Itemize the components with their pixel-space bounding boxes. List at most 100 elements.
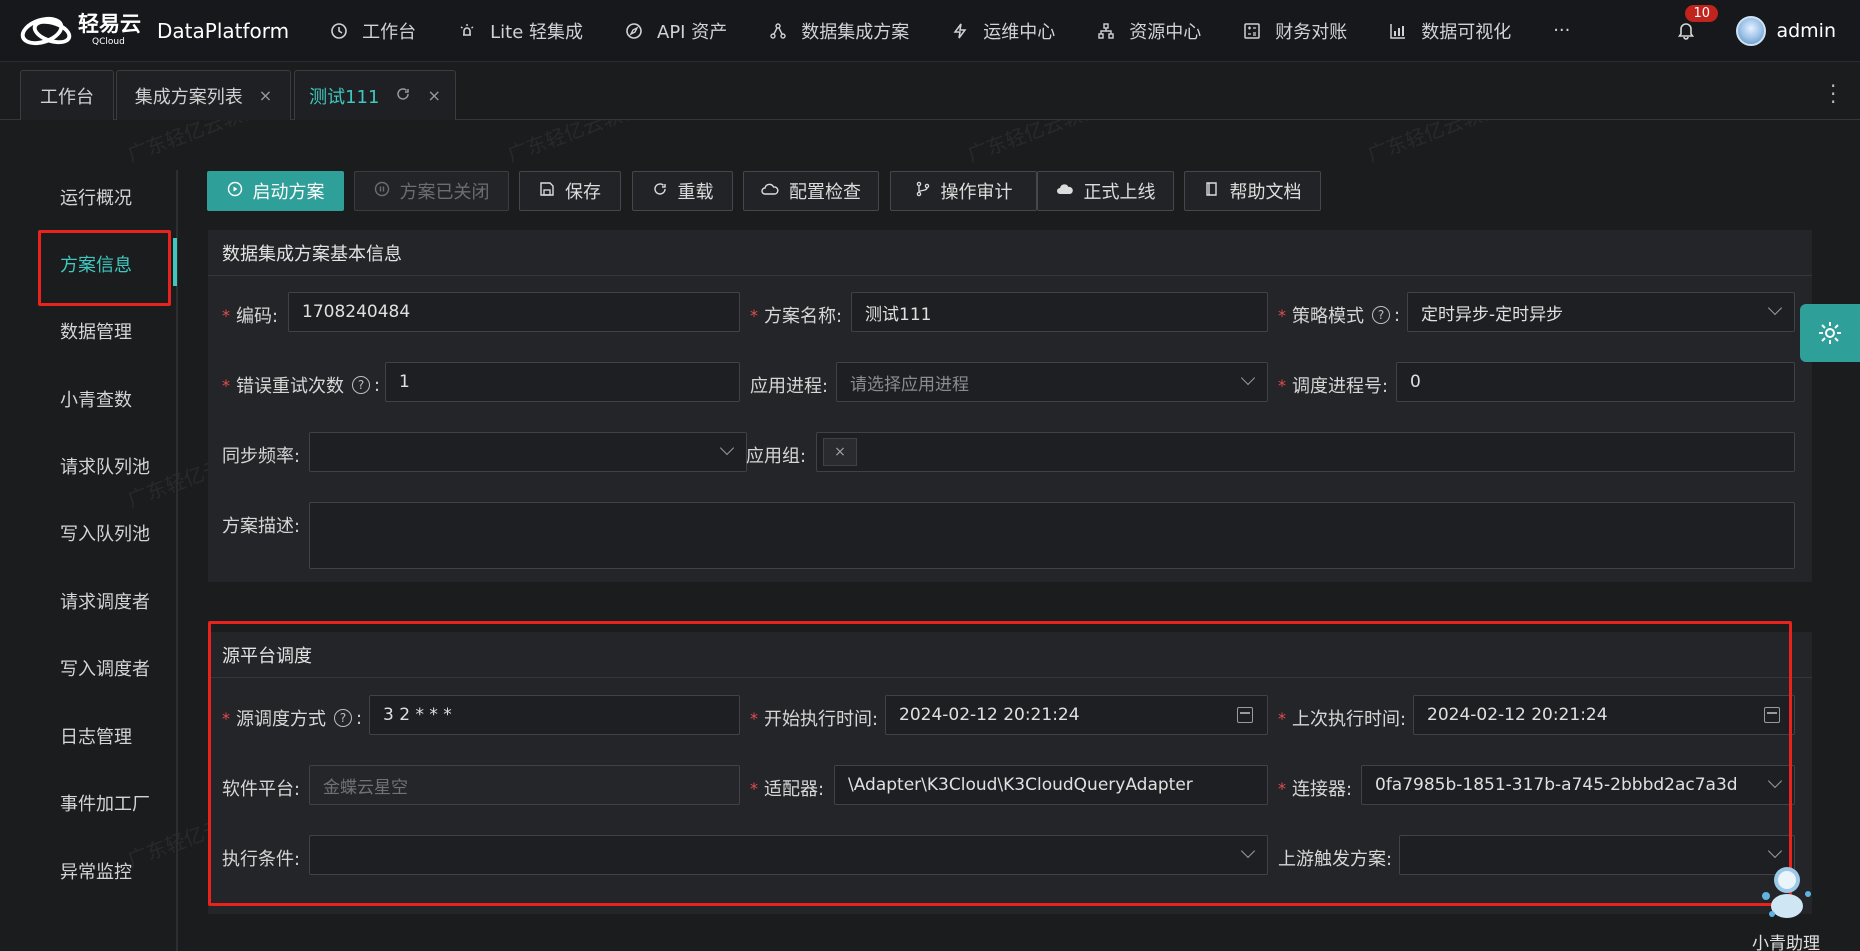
logo-icon <box>17 11 76 51</box>
start-plan-button[interactable]: 启动方案 <box>207 171 344 211</box>
button-label: 重载 <box>677 182 714 203</box>
nav-label: 数据可视化 <box>1421 21 1512 43</box>
desc-label: 方案描述: <box>222 516 301 537</box>
retry-label: * 错误重试次数?: <box>222 374 381 398</box>
play-icon <box>227 181 243 201</box>
logo-text: 轻易云 <box>78 12 141 36</box>
process-label: 应用进程: <box>750 376 829 397</box>
tab-label: 测试111 <box>309 86 380 108</box>
nav-label: API 资产 <box>657 21 728 43</box>
app-group-select[interactable]: × <box>816 432 1795 472</box>
pause-icon <box>374 181 390 201</box>
sidebar-item-exception[interactable]: 异常监控 <box>60 858 132 884</box>
help-icon: ? <box>352 376 370 394</box>
nav-workbench[interactable]: 工作台 <box>309 0 437 62</box>
lightning-icon <box>951 22 969 40</box>
tab-label: 工作台 <box>40 86 94 108</box>
sidebar-item-request-queue[interactable]: 请求队列池 <box>60 453 150 479</box>
config-check-button[interactable]: 配置检查 <box>743 171 879 211</box>
desc-textarea[interactable] <box>309 502 1795 569</box>
close-icon[interactable]: × <box>427 86 440 105</box>
strategy-select[interactable]: 定时异步-定时异步 <box>1407 292 1795 332</box>
cloud-upload-icon <box>1056 181 1074 201</box>
nav-label: 资源中心 <box>1129 21 1202 43</box>
sync-freq-label: 同步频率: <box>222 446 301 467</box>
sidebar-item-request-scheduler[interactable]: 请求调度者 <box>60 588 150 614</box>
card-title: 数据集成方案基本信息 <box>208 230 1812 276</box>
nav-api-assets[interactable]: API 资产 <box>604 0 748 62</box>
nav-label: 运维中心 <box>983 21 1056 43</box>
process-select[interactable]: 请选择应用进程 <box>836 362 1268 402</box>
more-label: ··· <box>1553 20 1571 41</box>
assistant-label[interactable]: 小青助理 <box>1752 929 1820 951</box>
code-input[interactable]: 1708240484 <box>288 292 740 332</box>
refresh-icon[interactable] <box>395 86 411 106</box>
clock-icon <box>330 22 348 40</box>
tag-close-icon[interactable]: × <box>823 438 857 466</box>
book-icon <box>1204 181 1220 201</box>
nav-visualization[interactable]: 数据可视化 <box>1368 0 1532 62</box>
branch-icon <box>915 181 931 201</box>
nav-integration-plans[interactable]: 数据集成方案 <box>748 0 930 62</box>
assistant-avatar[interactable] <box>1752 856 1822 926</box>
nav-label: Lite 轻集成 <box>490 21 583 43</box>
publish-button[interactable]: 正式上线 <box>1037 171 1174 211</box>
side-active-indicator <box>173 238 177 286</box>
nav-resource-center[interactable]: 资源中心 <box>1076 0 1222 62</box>
app-group-label: 应用组: <box>746 446 807 467</box>
sidebar-item-event-factory[interactable]: 事件加工厂 <box>60 790 150 816</box>
reload-button[interactable]: 重载 <box>632 171 733 211</box>
save-button[interactable]: 保存 <box>519 171 621 211</box>
nav-ops-center[interactable]: 运维中心 <box>930 0 1076 62</box>
audit-button[interactable]: 操作审计 <box>890 171 1037 211</box>
tab-workbench[interactable]: 工作台 <box>20 70 114 120</box>
help-icon: ? <box>1372 306 1390 324</box>
logo[interactable]: 轻易云 QCloud <box>17 11 141 51</box>
bulb-icon <box>458 22 476 40</box>
sidebar-item-write-scheduler[interactable]: 写入调度者 <box>60 655 150 681</box>
help-doc-button[interactable]: 帮助文档 <box>1184 171 1321 211</box>
sidebar-item-overview[interactable]: 运行概况 <box>60 184 132 210</box>
button-label: 方案已关闭 <box>399 182 490 203</box>
nav-finance[interactable]: 财务对账 <box>1222 0 1368 62</box>
more-vertical-icon[interactable]: · · · <box>1830 76 1836 112</box>
sidebar-item-data-mgmt[interactable]: 数据管理 <box>60 318 132 344</box>
reload-icon <box>652 181 668 201</box>
tab-test111[interactable]: 测试111 × <box>294 70 456 120</box>
button-label: 保存 <box>565 182 601 203</box>
sync-freq-select[interactable] <box>309 432 747 472</box>
settings-button[interactable] <box>1800 304 1860 362</box>
notification-button[interactable]: 10 <box>1676 5 1718 42</box>
tab-strip: 工作台 集成方案列表 × 测试111 × · · · <box>0 62 1860 120</box>
notification-badge: 10 <box>1685 5 1718 22</box>
close-icon[interactable]: × <box>259 86 272 105</box>
save-icon <box>539 181 555 201</box>
side-divider <box>176 170 178 951</box>
sitemap-icon <box>1097 22 1115 40</box>
avatar[interactable] <box>1736 16 1767 46</box>
tab-plan-list[interactable]: 集成方案列表 × <box>116 70 291 120</box>
sidebar-item-query[interactable]: 小青查数 <box>60 386 132 412</box>
sched-process-input[interactable]: 0 <box>1396 362 1795 402</box>
button-label: 启动方案 <box>252 182 325 203</box>
username[interactable]: admin <box>1776 20 1836 42</box>
button-label: 正式上线 <box>1083 182 1156 203</box>
plan-closed-button[interactable]: 方案已关闭 <box>354 171 509 211</box>
retry-input[interactable]: 1 <box>385 362 740 402</box>
sidebar-item-log[interactable]: 日志管理 <box>60 723 132 749</box>
tab-label: 集成方案列表 <box>134 86 243 108</box>
nav-lite[interactable]: Lite 轻集成 <box>437 0 604 62</box>
nav-more[interactable]: ··· <box>1532 0 1591 62</box>
gear-icon <box>1819 322 1841 344</box>
chevron-down-icon <box>1767 300 1783 316</box>
chevron-down-icon <box>719 440 735 456</box>
bell-icon <box>1678 23 1695 40</box>
sidebar-item-write-queue[interactable]: 写入队列池 <box>60 520 150 546</box>
plan-name-input[interactable]: 测试111 <box>851 292 1268 332</box>
highlight-box <box>208 621 1792 906</box>
button-label: 帮助文档 <box>1229 182 1302 203</box>
plan-name-label: * 方案名称: <box>750 305 843 328</box>
button-label: 操作审计 <box>940 182 1013 203</box>
logo-subtext: QCloud <box>92 37 125 47</box>
chevron-down-icon <box>1240 370 1256 386</box>
